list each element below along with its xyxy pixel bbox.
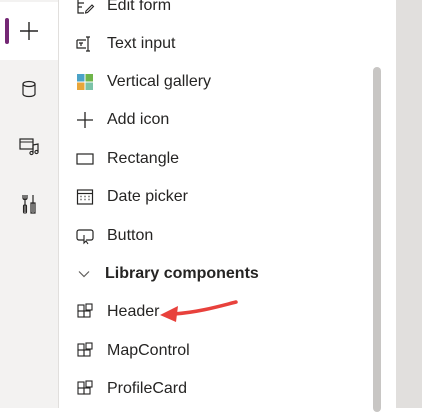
list-item-date-picker[interactable]: Date picker	[73, 182, 373, 212]
plus-icon	[20, 22, 38, 40]
list-item-label: Text input	[107, 35, 176, 52]
component-icon	[73, 377, 97, 401]
active-indicator	[5, 18, 9, 44]
list-item-label: Add icon	[107, 111, 170, 128]
list-item-label: Rectangle	[107, 150, 180, 167]
list-item-edit-form[interactable]: Edit form	[73, 0, 373, 21]
scrollbar-thumb[interactable]	[373, 67, 381, 412]
list-item-button[interactable]: Button	[73, 221, 373, 251]
vertical-gallery-icon	[73, 70, 97, 94]
list-item-rectangle[interactable]: Rectangle	[73, 144, 373, 174]
tools-rail-button[interactable]	[0, 175, 58, 233]
list-item-label: Edit form	[107, 0, 172, 14]
list-item-add-icon[interactable]: Add icon	[73, 105, 373, 135]
data-rail-button[interactable]	[0, 60, 58, 118]
database-icon	[22, 80, 36, 98]
section-label: Library components	[105, 265, 259, 282]
list-item-text-input[interactable]: Text input	[73, 29, 373, 59]
tools-icon	[22, 195, 36, 214]
list-item-label: MapControl	[107, 342, 190, 359]
list-item-vertical-gallery[interactable]: Vertical gallery	[73, 67, 373, 97]
calendar-icon	[73, 185, 97, 209]
rectangle-icon	[73, 147, 97, 171]
insert-rail-button[interactable]	[0, 2, 58, 60]
component-icon	[73, 339, 97, 363]
media-icon	[19, 138, 39, 156]
list-item-mapcontrol-component[interactable]: MapControl	[73, 336, 373, 366]
list-item-header-component[interactable]: Header	[73, 297, 373, 327]
edit-form-icon	[73, 0, 97, 18]
button-icon	[73, 224, 97, 248]
insert-panel: Edit form Text input Vertical gallery Ad…	[59, 0, 397, 408]
list-item-profilecard-component[interactable]: ProfileCard	[73, 374, 373, 404]
media-rail-button[interactable]	[0, 117, 58, 175]
canvas-edge	[396, 0, 422, 408]
component-icon	[73, 300, 97, 324]
left-rail	[0, 0, 59, 408]
chevron-down-icon	[78, 271, 90, 278]
list-item-label: Header	[107, 303, 160, 320]
list-item-label: Button	[107, 227, 154, 244]
library-components-section[interactable]: Library components	[77, 259, 377, 289]
list-item-label: Date picker	[107, 188, 188, 205]
list-item-label: ProfileCard	[107, 380, 188, 397]
list-item-label: Vertical gallery	[107, 73, 212, 90]
plus-icon	[73, 108, 97, 132]
text-input-icon	[73, 32, 97, 56]
